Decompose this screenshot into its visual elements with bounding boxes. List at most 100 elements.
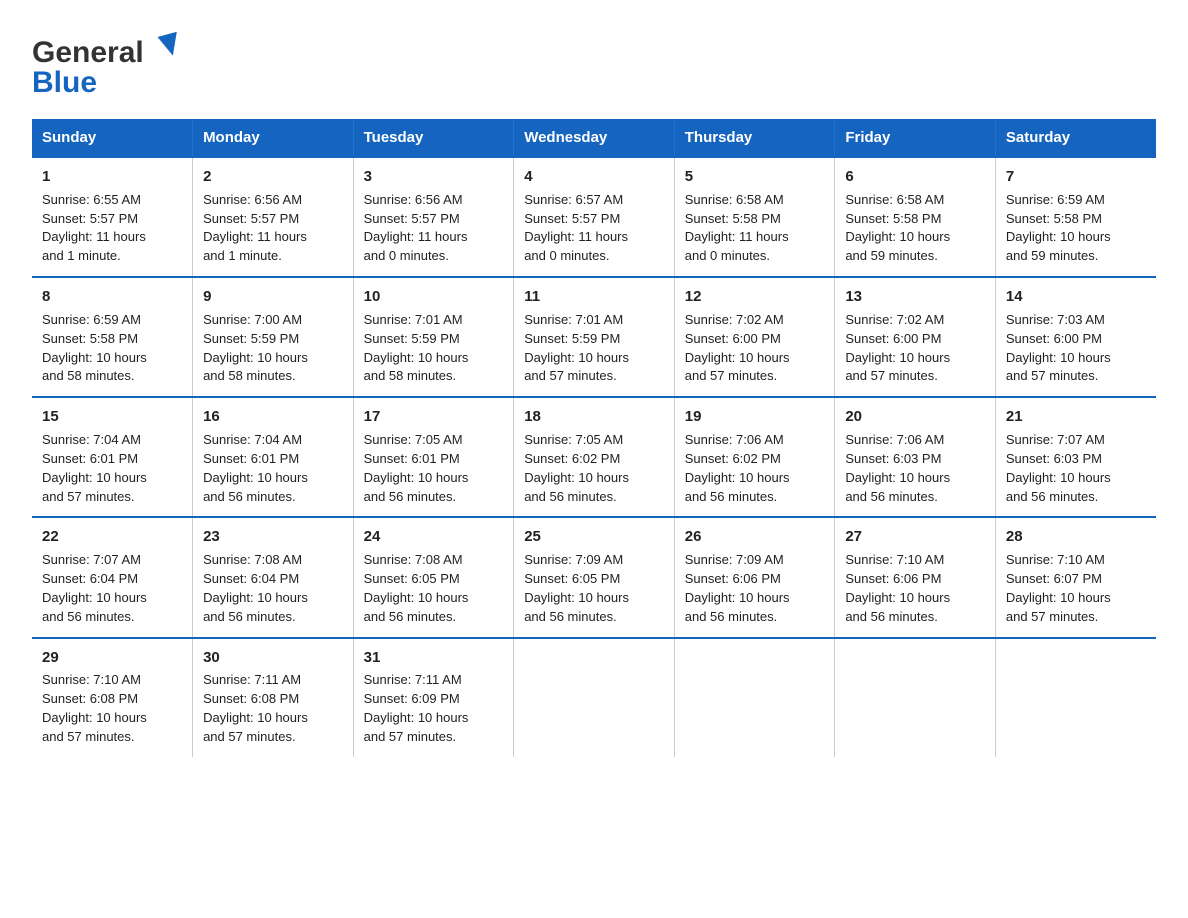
calendar-cell: 8 Sunrise: 6:59 AM Sunset: 5:58 PM Daylig… [32,277,193,397]
calendar-cell: 5 Sunrise: 6:58 AM Sunset: 5:58 PM Daylig… [674,157,835,277]
calendar-cell: 26Sunrise: 7:09 AM Sunset: 6:06 PM Dayli… [674,517,835,637]
day-info: Sunrise: 7:11 AM Sunset: 6:09 PM Dayligh… [364,671,504,746]
day-info: Sunrise: 7:06 AM Sunset: 6:03 PM Dayligh… [845,431,985,506]
day-number: 11 [524,286,664,308]
calendar-body: 1 Sunrise: 6:55 AM Sunset: 5:57 PM Daylig… [32,157,1156,757]
page-header: General Blue [32,24,1156,99]
calendar-cell: 30Sunrise: 7:11 AM Sunset: 6:08 PM Dayli… [193,638,354,757]
day-number: 9 [203,286,343,308]
day-number: 6 [845,166,985,188]
day-info: Sunrise: 6:56 AM Sunset: 5:57 PM Dayligh… [364,191,504,266]
day-number: 29 [42,647,182,669]
calendar-cell: 22 Sunrise: 7:07 AM Sunset: 6:04 PM Dayli… [32,517,193,637]
day-number: 23 [203,526,343,548]
header-day-monday: Monday [193,119,354,157]
day-info: Sunrise: 7:06 AM Sunset: 6:02 PM Dayligh… [685,431,825,506]
calendar-cell [674,638,835,757]
calendar-cell: 13Sunrise: 7:02 AM Sunset: 6:00 PM Dayli… [835,277,996,397]
calendar-cell [514,638,675,757]
day-number: 20 [845,406,985,428]
calendar-cell: 2Sunrise: 6:56 AM Sunset: 5:57 PM Daylig… [193,157,354,277]
day-number: 8 [42,286,182,308]
calendar-cell: 19Sunrise: 7:06 AM Sunset: 6:02 PM Dayli… [674,397,835,517]
day-number: 22 [42,526,182,548]
day-number: 1 [42,166,182,188]
day-info: Sunrise: 7:05 AM Sunset: 6:01 PM Dayligh… [364,431,504,506]
svg-text:General: General [32,36,144,69]
calendar-header: SundayMondayTuesdayWednesdayThursdayFrid… [32,119,1156,157]
day-number: 2 [203,166,343,188]
day-number: 10 [364,286,504,308]
calendar-cell: 10 Sunrise: 7:01 AM Sunset: 5:59 PM Dayli… [353,277,514,397]
svg-text:Blue: Blue [32,66,97,99]
day-number: 7 [1006,166,1146,188]
day-number: 31 [364,647,504,669]
calendar-cell: 15Sunrise: 7:04 AM Sunset: 6:01 PM Dayli… [32,397,193,517]
day-info: Sunrise: 6:58 AM Sunset: 5:58 PM Dayligh… [845,191,985,266]
day-number: 12 [685,286,825,308]
header-day-friday: Friday [835,119,996,157]
day-info: Sunrise: 7:09 AM Sunset: 6:05 PM Dayligh… [524,551,664,626]
day-number: 28 [1006,526,1146,548]
day-number: 4 [524,166,664,188]
day-info: Sunrise: 7:04 AM Sunset: 6:01 PM Dayligh… [42,431,182,506]
day-number: 3 [364,166,504,188]
day-number: 14 [1006,286,1146,308]
day-info: Sunrise: 7:00 AM Sunset: 5:59 PM Dayligh… [203,311,343,386]
calendar-cell: 24 Sunrise: 7:08 AM Sunset: 6:05 PM Dayli… [353,517,514,637]
calendar-cell: 31Sunrise: 7:11 AM Sunset: 6:09 PM Dayli… [353,638,514,757]
calendar-cell: 18Sunrise: 7:05 AM Sunset: 6:02 PM Dayli… [514,397,675,517]
calendar-cell: 27Sunrise: 7:10 AM Sunset: 6:06 PM Dayli… [835,517,996,637]
calendar-cell [835,638,996,757]
week-row-2: 8 Sunrise: 6:59 AM Sunset: 5:58 PM Daylig… [32,277,1156,397]
day-number: 5 [685,166,825,188]
day-number: 13 [845,286,985,308]
day-info: Sunrise: 7:04 AM Sunset: 6:01 PM Dayligh… [203,431,343,506]
week-row-5: 29Sunrise: 7:10 AM Sunset: 6:08 PM Dayli… [32,638,1156,757]
calendar-cell: 23Sunrise: 7:08 AM Sunset: 6:04 PM Dayli… [193,517,354,637]
day-info: Sunrise: 7:11 AM Sunset: 6:08 PM Dayligh… [203,671,343,746]
day-info: Sunrise: 7:10 AM Sunset: 6:06 PM Dayligh… [845,551,985,626]
day-info: Sunrise: 7:07 AM Sunset: 6:04 PM Dayligh… [42,551,182,626]
day-number: 24 [364,526,504,548]
day-number: 21 [1006,406,1146,428]
day-number: 16 [203,406,343,428]
header-day-thursday: Thursday [674,119,835,157]
header-day-saturday: Saturday [995,119,1156,157]
day-info: Sunrise: 7:10 AM Sunset: 6:07 PM Dayligh… [1006,551,1146,626]
day-info: Sunrise: 6:55 AM Sunset: 5:57 PM Dayligh… [42,191,182,266]
day-info: Sunrise: 7:02 AM Sunset: 6:00 PM Dayligh… [685,311,825,386]
day-number: 30 [203,647,343,669]
calendar-cell: 28 Sunrise: 7:10 AM Sunset: 6:07 PM Dayli… [995,517,1156,637]
calendar-cell: 29Sunrise: 7:10 AM Sunset: 6:08 PM Dayli… [32,638,193,757]
calendar-cell: 12 Sunrise: 7:02 AM Sunset: 6:00 PM Dayli… [674,277,835,397]
calendar-cell: 6 Sunrise: 6:58 AM Sunset: 5:58 PM Daylig… [835,157,996,277]
header-row: SundayMondayTuesdayWednesdayThursdayFrid… [32,119,1156,157]
day-info: Sunrise: 7:08 AM Sunset: 6:05 PM Dayligh… [364,551,504,626]
day-info: Sunrise: 6:58 AM Sunset: 5:58 PM Dayligh… [685,191,825,266]
header-day-wednesday: Wednesday [514,119,675,157]
calendar-cell: 1 Sunrise: 6:55 AM Sunset: 5:57 PM Daylig… [32,157,193,277]
calendar-cell: 4 Sunrise: 6:57 AM Sunset: 5:57 PM Daylig… [514,157,675,277]
calendar-cell: 14 Sunrise: 7:03 AM Sunset: 6:00 PM Dayli… [995,277,1156,397]
day-number: 17 [364,406,504,428]
logo-svg: General Blue [32,24,192,99]
day-info: Sunrise: 6:59 AM Sunset: 5:58 PM Dayligh… [42,311,182,386]
calendar-cell: 17 Sunrise: 7:05 AM Sunset: 6:01 PM Dayli… [353,397,514,517]
week-row-3: 15Sunrise: 7:04 AM Sunset: 6:01 PM Dayli… [32,397,1156,517]
logo: General Blue [32,24,192,99]
calendar-table: SundayMondayTuesdayWednesdayThursdayFrid… [32,119,1156,757]
day-info: Sunrise: 6:59 AM Sunset: 5:58 PM Dayligh… [1006,191,1146,266]
header-day-sunday: Sunday [32,119,193,157]
day-info: Sunrise: 7:01 AM Sunset: 5:59 PM Dayligh… [364,311,504,386]
calendar-cell: 7 Sunrise: 6:59 AM Sunset: 5:58 PM Daylig… [995,157,1156,277]
day-info: Sunrise: 7:10 AM Sunset: 6:08 PM Dayligh… [42,671,182,746]
day-info: Sunrise: 7:09 AM Sunset: 6:06 PM Dayligh… [685,551,825,626]
calendar-cell: 20 Sunrise: 7:06 AM Sunset: 6:03 PM Dayli… [835,397,996,517]
day-number: 25 [524,526,664,548]
week-row-1: 1 Sunrise: 6:55 AM Sunset: 5:57 PM Daylig… [32,157,1156,277]
day-info: Sunrise: 7:03 AM Sunset: 6:00 PM Dayligh… [1006,311,1146,386]
day-info: Sunrise: 6:57 AM Sunset: 5:57 PM Dayligh… [524,191,664,266]
calendar-cell: 25 Sunrise: 7:09 AM Sunset: 6:05 PM Dayli… [514,517,675,637]
calendar-cell: 21Sunrise: 7:07 AM Sunset: 6:03 PM Dayli… [995,397,1156,517]
